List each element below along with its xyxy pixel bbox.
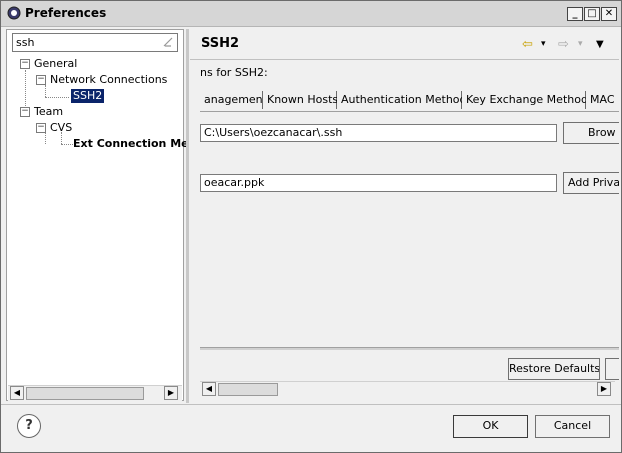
scroll-right-icon[interactable]: ▶: [164, 386, 178, 400]
tree-item-general-label: General: [34, 57, 78, 70]
tree-item-network-connections-label: Network Connections: [50, 73, 168, 86]
tab-authentication-methods[interactable]: Authentication Methods: [337, 91, 472, 109]
filter-input[interactable]: [16, 35, 156, 50]
eclipse-app-icon: [7, 6, 21, 20]
tree-item-ext-connection-label: Ext Connection Me: [73, 137, 189, 150]
tree-item-ssh2-label: SSH2: [69, 88, 106, 104]
tab-mac[interactable]: MAC: [586, 91, 619, 109]
scroll-right-icon[interactable]: ▶: [597, 382, 611, 396]
preference-tree-panel: − General − Network Connections SSH2 − T…: [6, 29, 189, 402]
close-button[interactable]: ✕: [601, 7, 617, 21]
tab-known-hosts[interactable]: Known Hosts: [263, 91, 338, 109]
page-description: ns for SSH2:: [200, 66, 268, 79]
ssh-home-field[interactable]: C:\Users\oezcanacar\.ssh: [200, 124, 557, 142]
cancel-button[interactable]: Cancel: [535, 415, 610, 438]
tree-horizontal-scrollbar[interactable]: ◀ ▶: [8, 385, 182, 402]
page-horizontal-scrollbar[interactable]: ◀ ▶: [200, 381, 615, 398]
private-keys-field[interactable]: oeacar.ppk: [200, 174, 557, 192]
tab-key-exchange-methods[interactable]: Key Exchange Methods: [462, 91, 594, 109]
scrollbar-thumb[interactable]: [26, 387, 144, 400]
tree-connector: [45, 97, 73, 98]
title-bar: Preferences _ □ ✕: [1, 1, 621, 27]
tree-connector: [61, 144, 73, 145]
forward-dropdown-icon[interactable]: ▾: [578, 39, 583, 49]
tree-item-cvs-label: CVS: [50, 121, 73, 134]
scroll-left-icon[interactable]: ◀: [10, 386, 24, 400]
browse-button[interactable]: Brow: [563, 122, 619, 144]
tree-connector: [45, 85, 46, 97]
back-dropdown-icon[interactable]: ▾: [541, 39, 546, 49]
add-private-key-button[interactable]: Add Priva: [563, 172, 619, 194]
apply-button[interactable]: [605, 358, 619, 380]
tab-folder: anagement Known Hosts Authentication Met…: [200, 91, 619, 112]
preference-page-panel: SSH2 ⇦ ▾ ⇨ ▾ ▼ ns for SSH2: anagement Kn…: [190, 29, 619, 403]
title-separator: [190, 59, 619, 60]
scrollbar-thumb[interactable]: [218, 383, 278, 396]
filter-field[interactable]: [12, 33, 178, 52]
tab-general-management[interactable]: anagement: [200, 91, 267, 109]
back-arrow-icon[interactable]: ⇦: [522, 37, 533, 52]
minimize-button[interactable]: _: [567, 7, 583, 21]
preferences-window: Preferences _ □ ✕ − General − Network Co…: [0, 0, 622, 453]
view-menu-icon[interactable]: ▼: [596, 39, 604, 50]
page-title: SSH2: [201, 36, 240, 51]
tree-connector: [45, 132, 46, 144]
scroll-left-icon[interactable]: ◀: [202, 382, 216, 396]
restore-defaults-button[interactable]: Restore Defaults: [508, 358, 600, 380]
pane-divider[interactable]: [186, 29, 189, 403]
content-separator: [200, 347, 619, 350]
clear-filter-icon[interactable]: [162, 36, 174, 48]
forward-arrow-icon[interactable]: ⇨: [558, 37, 569, 52]
collapse-icon[interactable]: −: [36, 75, 46, 85]
maximize-button[interactable]: □: [584, 7, 600, 21]
dialog-separator: [1, 404, 621, 405]
collapse-icon[interactable]: −: [20, 107, 30, 117]
window-title: Preferences: [25, 6, 107, 20]
collapse-icon[interactable]: −: [36, 123, 46, 133]
collapse-icon[interactable]: −: [20, 59, 30, 69]
tree-item-team-label: Team: [34, 105, 64, 118]
help-icon[interactable]: ?: [17, 414, 41, 438]
ok-button[interactable]: OK: [453, 415, 528, 438]
